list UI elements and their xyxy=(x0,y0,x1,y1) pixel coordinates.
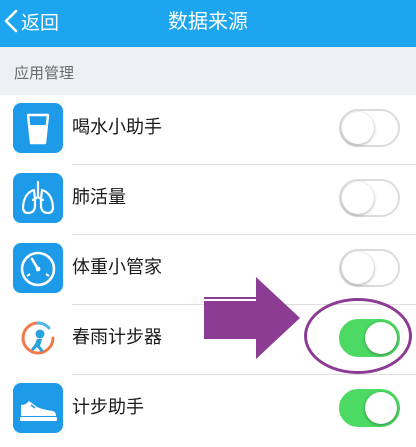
page-title: 数据来源 xyxy=(168,9,248,33)
toggle-switch[interactable] xyxy=(339,109,400,147)
app-name: 肺活量 xyxy=(72,187,126,208)
lungs-icon xyxy=(13,173,63,223)
sneaker-icon xyxy=(13,383,63,433)
app-name: 喝水小助手 xyxy=(72,117,162,138)
water-glass-icon xyxy=(13,103,63,153)
toggle-knob xyxy=(342,182,374,214)
scale-gauge-icon xyxy=(13,243,63,293)
app-name: 计步助手 xyxy=(72,397,144,418)
navigation-bar: 返回 数据来源 xyxy=(0,0,416,47)
app-row-step-helper: 计步助手 xyxy=(0,375,416,445)
annotation-highlight-ellipse xyxy=(304,298,412,374)
app-row-lungs: 肺活量 xyxy=(0,165,416,235)
chunyu-pedometer-icon xyxy=(13,313,63,363)
toggle-switch[interactable] xyxy=(339,249,400,287)
section-header: 应用管理 xyxy=(14,64,75,82)
toggle-knob xyxy=(365,392,397,424)
toggle-switch[interactable] xyxy=(339,389,400,427)
app-row-water: 喝水小助手 xyxy=(0,95,416,165)
app-list: 喝水小助手 肺活量 体重小管家 春雨计步器 计步助手 xyxy=(0,95,416,447)
toggle-switch[interactable] xyxy=(339,179,400,217)
app-name: 体重小管家 xyxy=(72,257,162,278)
toggle-knob xyxy=(342,112,374,144)
annotation-arrow-icon xyxy=(200,275,302,361)
toggle-knob xyxy=(342,252,374,284)
app-name: 春雨计步器 xyxy=(72,327,162,348)
